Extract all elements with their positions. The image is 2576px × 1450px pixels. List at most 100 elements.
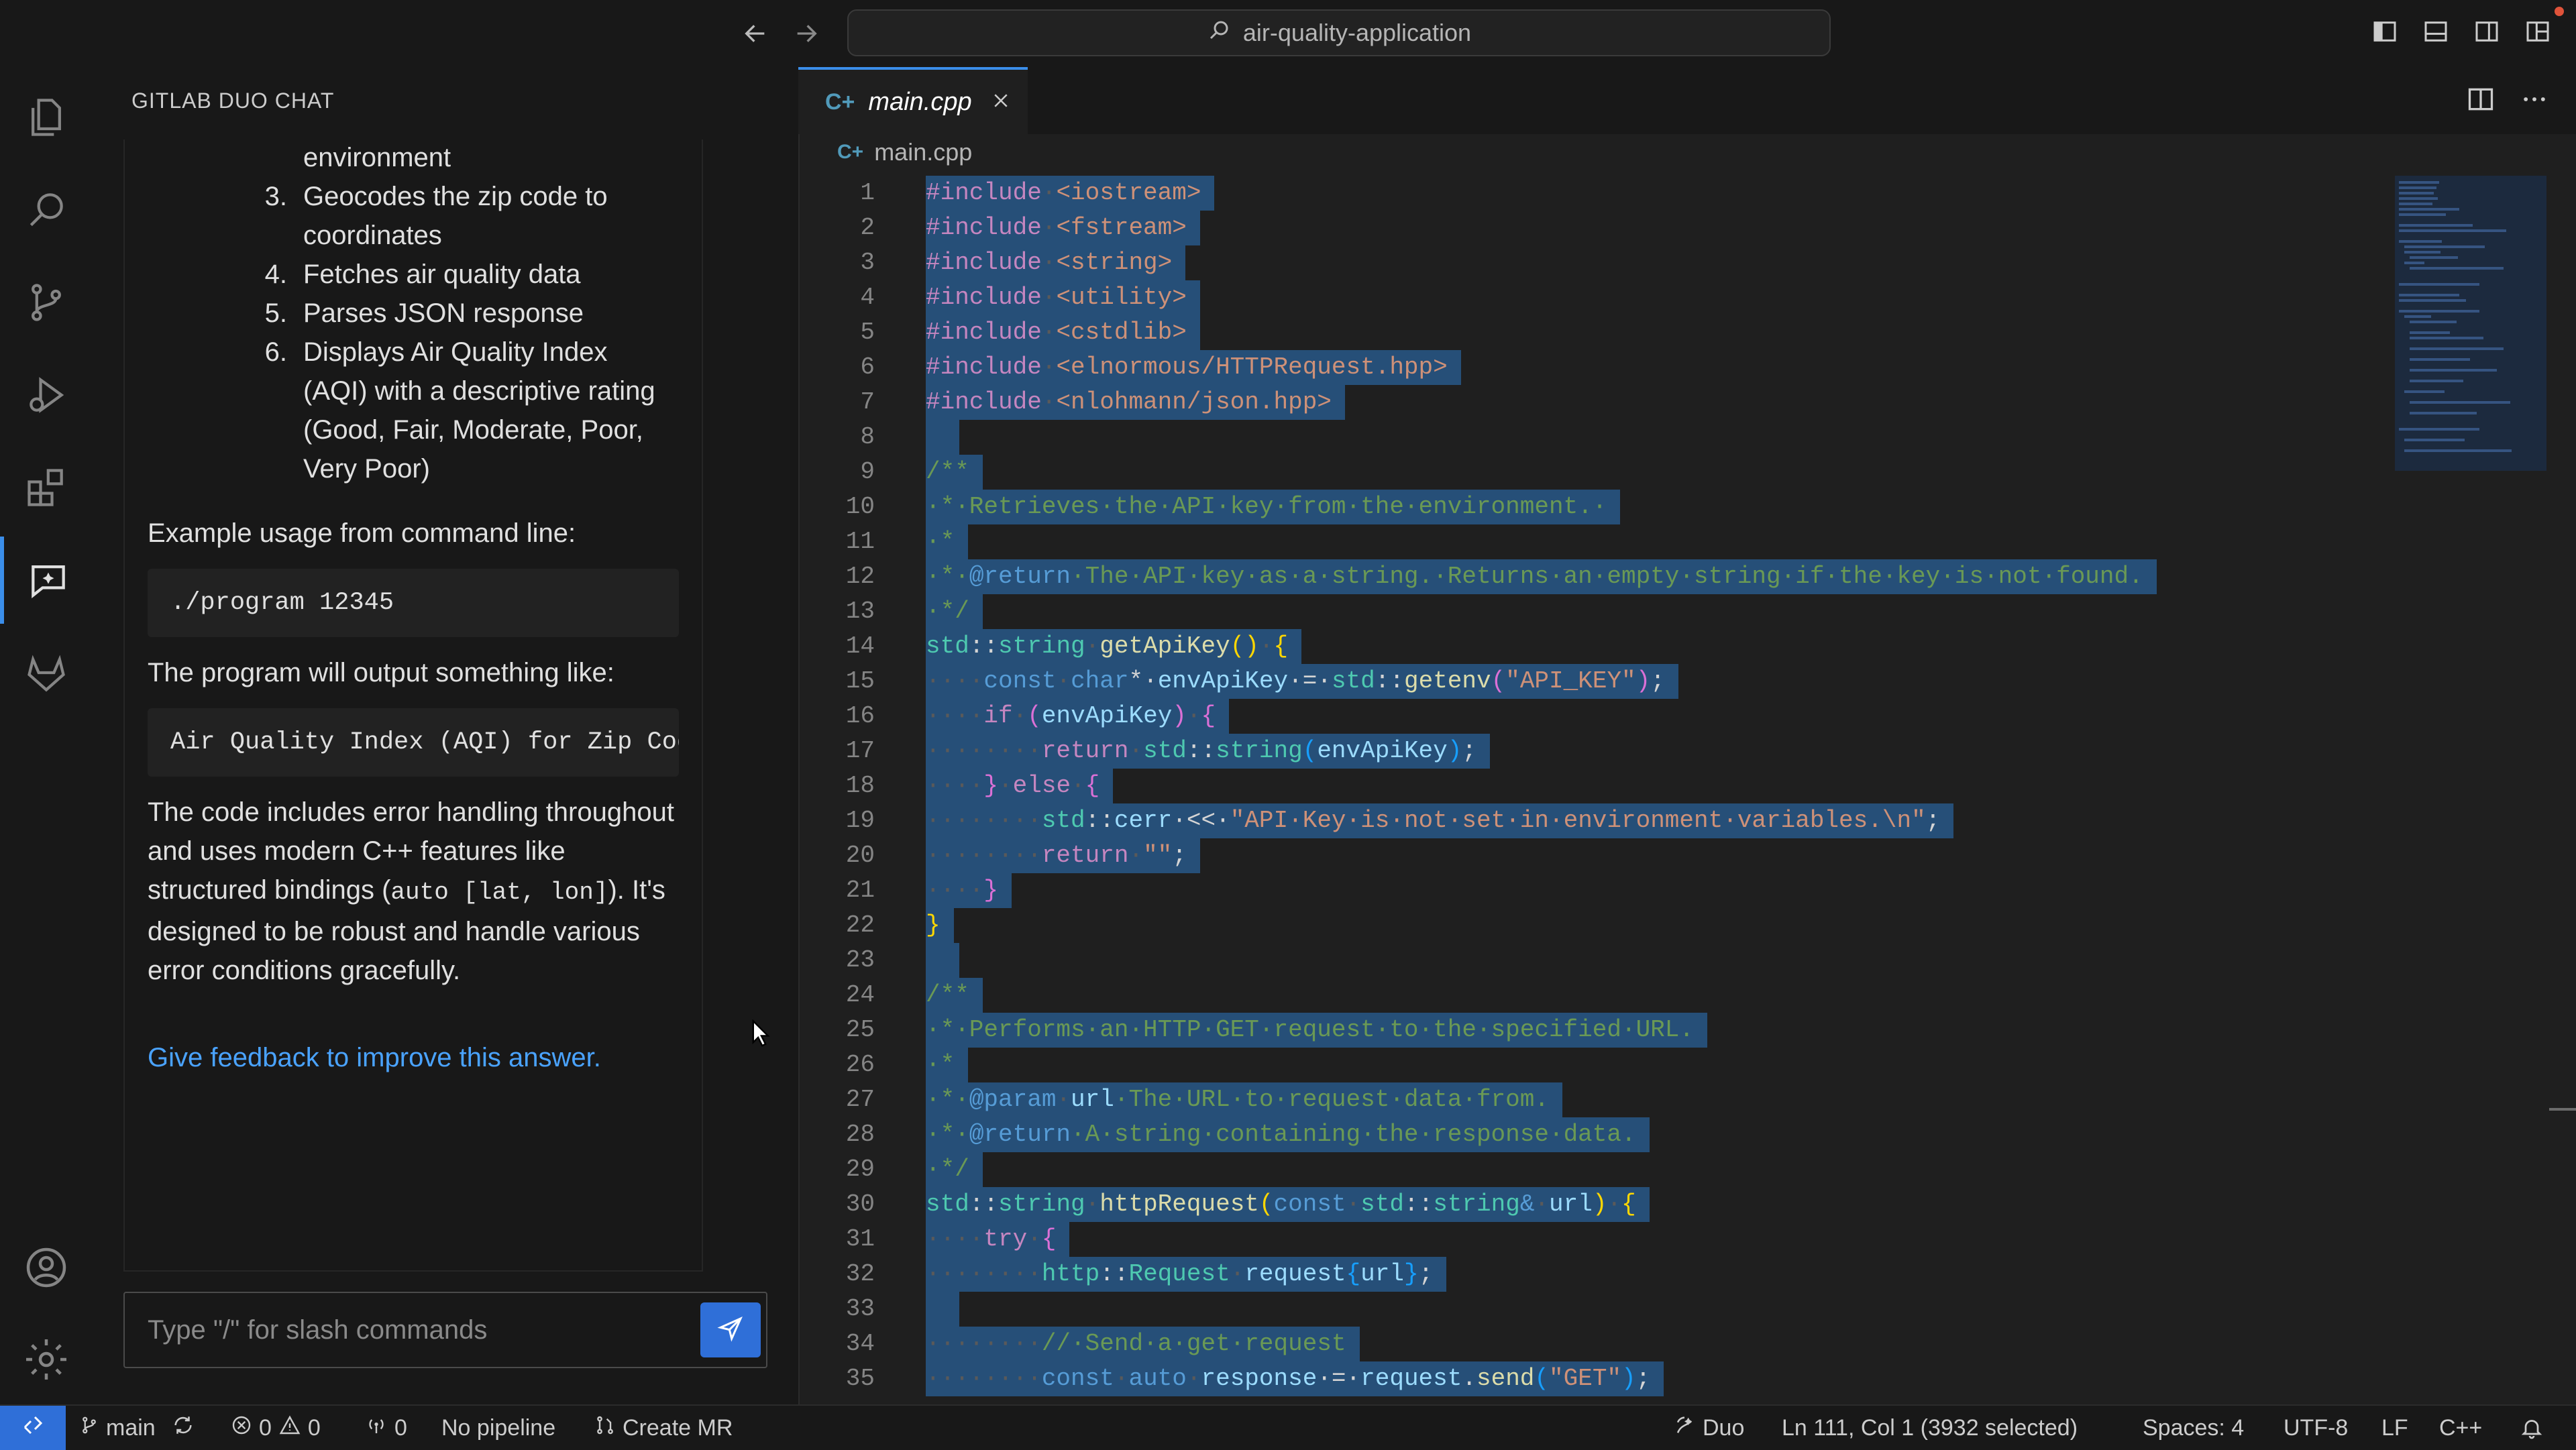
encoding[interactable]: UTF-8 [2284, 1406, 2348, 1450]
code-line: 16 ····if·(envApiKey)·{ [798, 699, 2381, 734]
line-number: 10 [845, 493, 875, 520]
line-number: 5 [860, 319, 875, 346]
usage-code-block: ./program 12345 [148, 569, 679, 637]
code-text: #include·<string> [926, 245, 1186, 280]
code-line: 28 ·*·@return·A·string·containing·the·res… [798, 1117, 2381, 1152]
tab-main-cpp[interactable]: C+ main.cpp [798, 67, 1028, 134]
send-icon [717, 1315, 744, 1345]
language-mode[interactable]: C++ [2439, 1406, 2482, 1450]
scrollbar-marker[interactable] [2549, 1108, 2576, 1111]
code-line: 30 std::string·httpRequest(const·std::str… [798, 1187, 2381, 1222]
send-button[interactable] [700, 1302, 761, 1357]
list-item-number: 6. [264, 337, 287, 367]
command-center-search[interactable]: air-quality-application [847, 9, 1831, 56]
code-line: 12 ·*·@return·The·API·key·as·a·string.·Re… [798, 559, 2381, 594]
breadcrumb[interactable]: C+ main.cpp [837, 138, 972, 166]
line-number: 8 [860, 423, 875, 451]
line-number: 17 [845, 737, 875, 765]
line-number: 21 [845, 877, 875, 904]
pipeline-status[interactable]: No pipeline [441, 1406, 555, 1450]
editor-tab-bar: C+ main.cpp [798, 67, 2576, 134]
feedback-link[interactable]: Give feedback to improve this answer. [148, 1043, 601, 1072]
code-text: ·*·Performs·an·HTTP·GET·request·to·the·s… [926, 1013, 1707, 1048]
breadcrumb-file: main.cpp [874, 138, 973, 166]
code-text: std::string·httpRequest(const·std::strin… [926, 1187, 1650, 1222]
back-arrow-icon[interactable] [737, 15, 774, 52]
code-text: ····if·(envApiKey)·{ [926, 699, 1230, 734]
line-number: 25 [845, 1016, 875, 1044]
code-text: #include·<fstream> [926, 211, 1200, 245]
remote-icon [21, 1413, 45, 1443]
code-text: ····try·{ [926, 1222, 1070, 1257]
code-text [926, 1292, 959, 1327]
title-bar: air-quality-application [0, 0, 2576, 67]
ports-icon [365, 1414, 388, 1442]
code-text: ········std::cerr·<<·"API·Key·is·not·set… [926, 803, 1954, 838]
code-line: 7 #include·<nlohmann/json.hpp> [798, 385, 2381, 420]
search-icon[interactable] [0, 166, 93, 254]
toggle-primary-sidebar-icon[interactable] [2369, 16, 2400, 47]
explorer-icon[interactable] [0, 74, 93, 161]
code-text: /** [926, 455, 983, 490]
code-line: 1 #include·<iostream> [798, 176, 2381, 211]
cpp-file-icon: C+ [837, 141, 864, 163]
sync-icon[interactable] [172, 1414, 195, 1443]
chat-message: environment 3. Geocodes the zip code to c… [123, 140, 703, 1272]
duo-status[interactable]: Duo [1673, 1406, 1744, 1450]
code-line: 15 ····const·char*·envApiKey·=·std::geten… [798, 664, 2381, 699]
branch-name: main [106, 1414, 156, 1441]
more-actions-icon[interactable] [2520, 85, 2549, 117]
customize-layout-icon[interactable] [2522, 16, 2553, 47]
manage-gear-icon[interactable] [0, 1316, 93, 1403]
code-text: } [926, 908, 954, 943]
problems-status[interactable]: 0 0 [231, 1406, 321, 1450]
code-text: ·*·Retrieves·the·API·key·from·the·enviro… [926, 490, 1621, 524]
run-debug-icon[interactable] [0, 351, 93, 439]
code-editor[interactable]: 1 #include·<iostream> 2 #include·<fstream> 3… [798, 176, 2381, 1404]
code-line: 34 ········//·Send·a·get·request [798, 1327, 2381, 1361]
chat-input[interactable] [125, 1293, 688, 1367]
notifications-bell-icon[interactable] [2520, 1406, 2544, 1450]
cursor-position[interactable]: Ln 111, Col 1 (3932 selected) [1782, 1406, 2078, 1450]
minimap[interactable] [2395, 176, 2546, 471]
split-editor-icon[interactable] [2466, 85, 2496, 117]
code-text: ····}·else·{ [926, 769, 1114, 803]
code-text: ····} [926, 873, 1012, 908]
line-number: 15 [845, 667, 875, 695]
line-number: 7 [860, 388, 875, 416]
remote-indicator[interactable] [0, 1406, 66, 1450]
gitlab-icon[interactable] [0, 629, 93, 716]
accounts-icon[interactable] [0, 1224, 93, 1311]
code-text: #include·<elnormous/HTTPRequest.hpp> [926, 350, 1461, 385]
line-number: 27 [845, 1086, 875, 1113]
branch-status[interactable]: main [79, 1406, 195, 1450]
toggle-secondary-sidebar-icon[interactable] [2471, 16, 2502, 47]
list-item: 4. Fetches air quality data [148, 255, 679, 294]
toggle-panel-icon[interactable] [2420, 16, 2451, 47]
line-number: 31 [845, 1225, 875, 1253]
ports-status[interactable]: 0 [365, 1406, 407, 1450]
line-number: 18 [845, 772, 875, 799]
code-text: ········http::Request·request{url}; [926, 1257, 1447, 1292]
ports-count: 0 [394, 1414, 407, 1441]
code-line: 35 ········const·auto·response·=·request.… [798, 1361, 2381, 1396]
line-number: 26 [845, 1051, 875, 1078]
line-number: 22 [845, 911, 875, 939]
error-icon [231, 1414, 252, 1442]
end-of-line[interactable]: LF [2381, 1406, 2408, 1450]
extensions-icon[interactable] [0, 444, 93, 531]
list-item-text: Displays Air Quality Index (AQI) with a … [303, 337, 655, 484]
source-control-icon[interactable] [0, 259, 93, 346]
line-number: 23 [845, 946, 875, 974]
code-text: ·*/ [926, 594, 983, 629]
chat-panel-title: GITLAB DUO CHAT [131, 89, 335, 113]
code-line: 32 ········http::Request·request{url}; [798, 1257, 2381, 1292]
forward-arrow-icon[interactable] [788, 15, 825, 52]
gitlab-duo-chat-icon[interactable] [0, 537, 93, 624]
indentation[interactable]: Spaces: 4 [2143, 1406, 2244, 1450]
create-mr-button[interactable]: Create MR [594, 1406, 733, 1450]
command-center-label: air-quality-application [1242, 19, 1472, 46]
line-number: 30 [845, 1190, 875, 1218]
close-icon[interactable] [991, 91, 1011, 114]
line-number: 2 [860, 214, 875, 241]
